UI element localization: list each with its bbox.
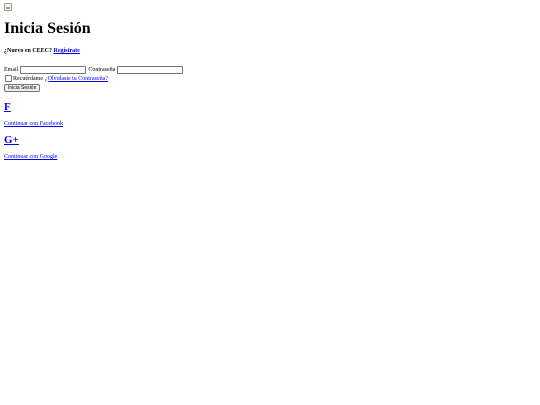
email-label: Email [4,66,19,73]
facebook-login-link[interactable]: Continuar con Facebook [4,121,63,127]
signup-prompt-text: ¿Nuevo en CEEC? [4,48,53,54]
google-caption: Continuar con Google [4,153,534,161]
forgot-password-link[interactable]: ¿Olvidaste tu Contraseña? [45,75,108,83]
password-field[interactable] [117,65,184,74]
facebook-icon[interactable]: F [4,101,534,114]
register-link[interactable]: Registrate [54,48,80,54]
signup-prompt: ¿Nuevo en CEEC? Registrate [4,47,534,55]
google-icon-link[interactable]: G+ [4,134,19,146]
google-login-link[interactable]: Continuar con Google [4,154,57,160]
login-form: Email Contraseña Recuérdame ¿Olvidaste t… [4,65,534,92]
login-button[interactable]: Inicia Sesión [4,84,41,92]
page-container: Inicia Sesión ¿Nuevo en CEEC? Registrate… [4,3,534,161]
options-row: Recuérdame ¿Olvidaste tu Contraseña? [4,74,534,83]
remember-label: Recuérdame [13,75,43,82]
remember-checkbox[interactable] [5,75,12,82]
facebook-caption: Continuar con Facebook [4,120,534,128]
google-plus-icon[interactable]: G+ [4,134,534,147]
facebook-login: F Continuar con Facebook [4,101,534,128]
password-label: Contraseña [88,66,116,73]
email-field[interactable] [20,65,87,74]
credentials-row: Email Contraseña [4,65,534,74]
facebook-icon-link[interactable]: F [4,101,11,113]
page-title: Inicia Sesión [4,20,91,37]
google-login: G+ Continuar con Google [4,134,534,161]
broken-image-icon [4,3,12,11]
